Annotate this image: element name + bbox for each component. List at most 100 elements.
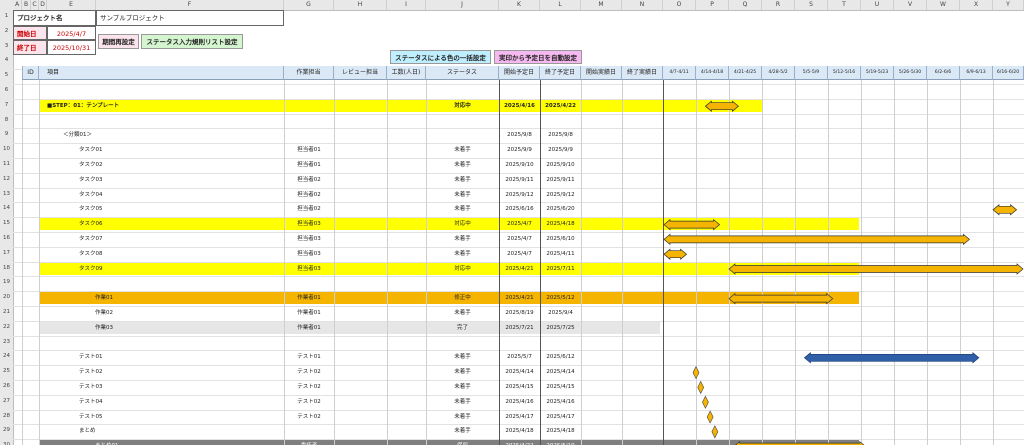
task-start-cell[interactable]: 2025/4/18: [499, 426, 540, 436]
auto-schedule-button[interactable]: 実印から予定日を自動設定: [494, 50, 582, 64]
task-owner-cell[interactable]: 作業者01: [284, 308, 334, 318]
row-header[interactable]: 15: [0, 220, 13, 230]
task-end-cell[interactable]: 2025/7/25: [540, 323, 581, 333]
row-header[interactable]: 1: [0, 13, 13, 23]
task-status-cell[interactable]: 未着手: [426, 308, 499, 318]
task-owner-cell[interactable]: 担当者01: [284, 160, 334, 170]
header-status[interactable]: ステータス: [426, 66, 499, 80]
task-item-cell[interactable]: テスト04: [79, 397, 309, 407]
task-item-cell[interactable]: ■STEP：01：テンプレート: [47, 101, 277, 111]
task-start-cell[interactable]: [499, 116, 540, 126]
task-start-cell[interactable]: 2025/4/15: [499, 382, 540, 392]
task-end-cell[interactable]: 2025/5/12: [540, 293, 581, 303]
column-header[interactable]: A: [13, 0, 22, 10]
task-start-cell[interactable]: 2025/7/21: [499, 323, 540, 333]
task-owner-cell[interactable]: 作業者01: [284, 323, 334, 333]
task-status-cell[interactable]: 未着手: [426, 175, 499, 185]
task-start-cell[interactable]: 2025/4/17: [499, 412, 540, 422]
task-owner-cell[interactable]: 担当者03: [284, 264, 334, 274]
task-item-cell[interactable]: [47, 116, 277, 126]
task-owner-cell[interactable]: [284, 130, 334, 140]
row-header[interactable]: 19: [0, 279, 13, 289]
task-owner-cell[interactable]: 担当者02: [284, 190, 334, 200]
task-start-cell[interactable]: 2025/4/7: [499, 219, 540, 229]
task-owner-cell[interactable]: [284, 338, 334, 348]
row-header[interactable]: 18: [0, 265, 13, 275]
task-owner-cell[interactable]: テスト02: [284, 412, 334, 422]
column-header[interactable]: J: [426, 0, 499, 10]
row-header[interactable]: 17: [0, 250, 13, 260]
task-end-cell[interactable]: 2025/6/20: [540, 204, 581, 214]
task-status-cell[interactable]: 未着手: [426, 367, 499, 377]
task-item-cell[interactable]: タスク01: [79, 145, 309, 155]
task-owner-cell[interactable]: [284, 426, 334, 436]
task-end-cell[interactable]: [540, 338, 581, 348]
task-start-cell[interactable]: 2025/4/21: [499, 293, 540, 303]
header-actual-start[interactable]: 開始実績日: [581, 66, 622, 80]
task-owner-cell[interactable]: テスト02: [284, 367, 334, 377]
row-header[interactable]: 24: [0, 353, 13, 363]
row-header[interactable]: 21: [0, 309, 13, 319]
task-end-cell[interactable]: 2025/6/10: [540, 234, 581, 244]
column-header[interactable]: F: [96, 0, 284, 10]
task-start-cell[interactable]: 2025/9/10: [499, 160, 540, 170]
column-header[interactable]: D: [39, 0, 47, 10]
task-status-cell[interactable]: 未着手: [426, 352, 499, 362]
task-end-cell[interactable]: [540, 278, 581, 288]
task-end-cell[interactable]: 2025/6/12: [540, 352, 581, 362]
row-header[interactable]: 25: [0, 368, 13, 378]
end-date-value[interactable]: 2025/10/31: [47, 40, 96, 55]
task-owner-cell[interactable]: 担当者03: [284, 249, 334, 259]
task-end-cell[interactable]: 2025/5/19: [540, 441, 581, 445]
task-owner-cell[interactable]: 担当者03: [284, 219, 334, 229]
task-owner-cell[interactable]: 責任者: [284, 441, 334, 445]
task-end-cell[interactable]: 2025/4/22: [540, 101, 581, 111]
task-item-cell[interactable]: タスク06: [79, 219, 309, 229]
task-item-cell[interactable]: [47, 278, 277, 288]
task-item-cell[interactable]: テスト02: [79, 367, 309, 377]
task-item-cell[interactable]: テスト05: [79, 412, 309, 422]
row-header[interactable]: 6: [0, 87, 13, 97]
column-header[interactable]: P: [696, 0, 729, 10]
row-header[interactable]: 27: [0, 398, 13, 408]
task-status-cell[interactable]: 未着手: [426, 160, 499, 170]
task-end-cell[interactable]: 2025/4/15: [540, 382, 581, 392]
status-color-button[interactable]: ステータスによる色の一括設定: [390, 50, 491, 64]
task-status-cell[interactable]: [426, 130, 499, 140]
row-header[interactable]: 12: [0, 176, 13, 186]
task-owner-cell[interactable]: 担当者02: [284, 204, 334, 214]
task-status-cell[interactable]: 未着手: [426, 382, 499, 392]
header-plan-end[interactable]: 終了予定日: [540, 66, 581, 80]
task-end-cell[interactable]: 2025/4/14: [540, 367, 581, 377]
row-header[interactable]: 28: [0, 413, 13, 423]
task-start-cell[interactable]: [499, 338, 540, 348]
task-status-cell[interactable]: 未着手: [426, 249, 499, 259]
task-end-cell[interactable]: 2025/9/8: [540, 130, 581, 140]
task-status-cell[interactable]: 未着手: [426, 190, 499, 200]
task-end-cell[interactable]: 2025/9/4: [540, 308, 581, 318]
column-header[interactable]: S: [795, 0, 828, 10]
task-owner-cell[interactable]: テスト02: [284, 382, 334, 392]
column-header[interactable]: N: [622, 0, 663, 10]
period-reset-button[interactable]: 期間再設定: [98, 34, 139, 49]
task-start-cell[interactable]: 2025/6/16: [499, 204, 540, 214]
task-end-cell[interactable]: 2025/4/18: [540, 219, 581, 229]
task-owner-cell[interactable]: 担当者01: [284, 145, 334, 155]
task-item-cell[interactable]: テスト03: [79, 382, 309, 392]
project-name-value[interactable]: サンプルプロジェクト: [96, 10, 284, 26]
column-header[interactable]: W: [927, 0, 960, 10]
row-header[interactable]: 20: [0, 294, 13, 304]
column-header[interactable]: T: [828, 0, 861, 10]
task-start-cell[interactable]: 2025/4/7: [499, 249, 540, 259]
task-status-cell[interactable]: 未着手: [426, 426, 499, 436]
task-owner-cell[interactable]: [284, 101, 334, 111]
task-status-cell[interactable]: 未着手: [426, 234, 499, 244]
task-start-cell[interactable]: 2025/9/11: [499, 175, 540, 185]
header-effort[interactable]: 工数(人日): [387, 66, 426, 80]
column-header[interactable]: M: [581, 0, 622, 10]
task-item-cell[interactable]: タスク07: [79, 234, 309, 244]
column-header[interactable]: E: [47, 0, 96, 10]
row-header[interactable]: 11: [0, 161, 13, 171]
task-owner-cell[interactable]: 作業者01: [284, 293, 334, 303]
task-start-cell[interactable]: 2025/9/12: [499, 190, 540, 200]
